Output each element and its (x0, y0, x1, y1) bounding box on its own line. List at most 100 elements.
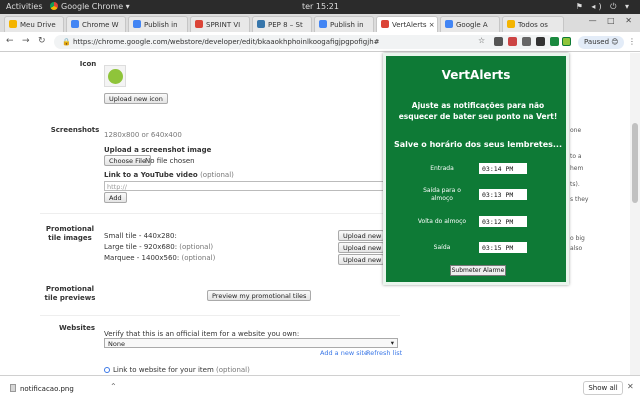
chrome-icon (133, 20, 141, 28)
window-controls[interactable]: — □ ✕ (589, 16, 636, 25)
chevron-up-icon[interactable]: ⌃ (110, 382, 117, 391)
forward-icon[interactable]: → (22, 36, 30, 46)
screenshots-label: Screenshots (50, 126, 100, 134)
youtube-label: Link to a YouTube video (optional) (104, 171, 234, 179)
side-text: one (570, 127, 582, 134)
youtube-label-text: Link to a YouTube video (104, 171, 198, 179)
paused-label: Paused (584, 38, 610, 46)
browser-toolbar: ← → ↻ 🔒 https://chrome.google.com/websto… (0, 32, 640, 52)
side-text: also (570, 245, 583, 252)
chrome-icon (50, 2, 58, 10)
screenshot-size: 1280x800 or 640x400 (104, 131, 182, 139)
app-menu-label: Google Chrome ▾ (61, 2, 130, 11)
icon-preview (104, 65, 126, 87)
marquee-text: Marquee - 1400x560: (104, 254, 180, 262)
side-text: to a (570, 153, 582, 160)
tab-publish-1[interactable]: Publish in (128, 16, 188, 32)
show-all-button[interactable]: Show all (583, 381, 623, 395)
add-site-link[interactable]: Add a new site (320, 349, 368, 357)
profile-paused-button[interactable]: Paused 😊 (578, 36, 624, 49)
tab-label: Publish in (330, 21, 364, 29)
website-select[interactable]: None ▾ (104, 338, 398, 348)
folder-icon (507, 20, 515, 28)
page-scrollbar[interactable] (630, 53, 640, 375)
popup-description: Ajuste as notificações para não esquecer… (398, 101, 558, 121)
saida-almoco-label: Saída para o almoço (423, 187, 461, 202)
extension-icon[interactable] (536, 37, 545, 46)
upload-marquee-button[interactable]: Upload new image (338, 254, 384, 265)
link-website-row[interactable]: Link to website for your item (optional) (104, 366, 250, 374)
choose-file-button[interactable]: Choose File (104, 155, 151, 166)
extension-icon[interactable] (494, 37, 503, 46)
promo-tiles-label: Promotional tile images (45, 225, 95, 242)
tab-meu-drive[interactable]: Meu Drive (4, 16, 64, 32)
website-select-value: None (108, 340, 125, 348)
download-bar: notificacao.png ⌃ Show all ✕ (0, 375, 640, 400)
optional-text: (optional) (216, 366, 250, 374)
kebab-menu-icon[interactable]: ⋮ (628, 37, 636, 46)
vertalerts-icon (381, 20, 389, 28)
side-text: o big (570, 235, 585, 242)
marquee-label: Marquee - 1400x560: (optional) (104, 254, 215, 262)
upload-icon-button[interactable]: Upload new icon (104, 93, 168, 104)
activities-button[interactable]: Activities (6, 2, 43, 11)
entrada-time-input[interactable]: 03:14 PM (479, 163, 527, 174)
tab-pep8[interactable]: PEP 8 – St (252, 16, 312, 32)
tab-label: SPRINT VI (206, 21, 241, 29)
submit-alarm-button[interactable]: Submeter Alarme (450, 265, 506, 276)
tab-label: PEP 8 – St (268, 21, 303, 29)
side-text: s they (570, 196, 589, 203)
tab-publish-2[interactable]: Publish in (314, 16, 374, 32)
volta-almoco-label: Volta do almoço (417, 218, 467, 225)
entrada-label: Entrada (430, 165, 454, 172)
google-icon (445, 20, 453, 28)
large-tile-label: Large tile - 920x680: (optional) (104, 243, 213, 251)
large-tile-text: Large tile - 920x680: (104, 243, 178, 251)
divider (40, 213, 400, 214)
chrome-icon (319, 20, 327, 28)
upload-small-tile-button[interactable]: Upload new image (338, 230, 384, 241)
saida-time-input[interactable]: 03:15 PM (479, 242, 527, 253)
tab-label: Google A (456, 21, 488, 29)
bookmark-star-icon[interactable]: ☆ (478, 36, 485, 45)
vertalerts-extension-icon[interactable] (562, 37, 571, 46)
websites-label: Websites (58, 324, 96, 332)
tab-label: VertAlerts (392, 21, 427, 29)
volta-almoco-time-input[interactable]: 03:12 PM (479, 216, 527, 227)
small-tile-label: Small tile - 440x280: (104, 232, 177, 240)
dropdown-arrow-icon: ▾ (390, 339, 394, 347)
add-video-button[interactable]: Add (104, 192, 127, 203)
tab-label: Publish in (144, 21, 178, 29)
close-icon[interactable]: ✕ (627, 382, 634, 391)
optional-text: (optional) (181, 254, 216, 262)
side-text: hem (570, 165, 584, 172)
extension-icon[interactable] (550, 37, 559, 46)
preview-tiles-button[interactable]: Preview my promotional tiles (207, 290, 312, 301)
tab-todos[interactable]: Todos os (502, 16, 564, 32)
icon-label: Icon (79, 60, 97, 68)
popup-title: VertAlerts (441, 68, 511, 82)
vertalerts-popup: VertAlerts Ajuste as notificações para n… (383, 53, 569, 285)
youtube-url-input[interactable]: http:// (104, 181, 384, 191)
download-item[interactable]: notificacao.png (10, 384, 74, 393)
chrome-icon (71, 20, 79, 28)
system-tray[interactable]: ⚑ ◂) ⏻ ▾ (576, 2, 632, 12)
extension-icon[interactable] (508, 37, 517, 46)
tab-sprint[interactable]: SPRINT VI (190, 16, 250, 32)
promo-previews-label: Promotional tile previews (44, 285, 96, 302)
clock[interactable]: ter 15:21 (302, 2, 339, 11)
back-icon[interactable]: ← (6, 36, 14, 46)
saida-almoco-time-input[interactable]: 03:13 PM (479, 189, 527, 200)
lock-icon: 🔒 (62, 38, 73, 46)
url-text: https://chrome.google.com/webstore/devel… (72, 38, 380, 46)
extension-icon[interactable] (522, 37, 531, 46)
avatar: 😊 (611, 38, 619, 46)
tab-google-a[interactable]: Google A (440, 16, 500, 32)
tab-chrome-web-store[interactable]: Chrome W (66, 16, 126, 32)
scrollbar-thumb[interactable] (632, 123, 638, 203)
refresh-list-link[interactable]: Refresh list (366, 349, 402, 357)
upload-large-tile-button[interactable]: Upload new image (338, 242, 384, 253)
reload-icon[interactable]: ↻ (38, 36, 46, 46)
tab-vertalerts[interactable]: VertAlerts × (376, 16, 438, 32)
app-menu[interactable]: Google Chrome ▾ (50, 2, 130, 11)
